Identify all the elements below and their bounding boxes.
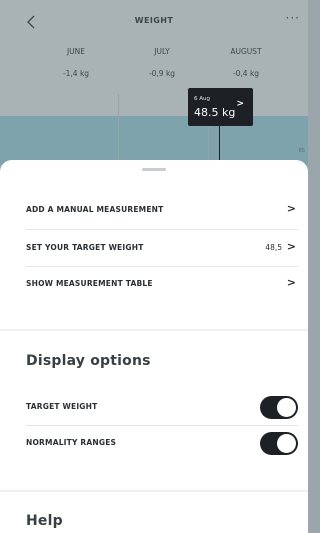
month-gridline <box>118 94 119 165</box>
chevron-right-icon: > <box>236 99 244 109</box>
tooltip-date: 6 Aug <box>194 96 210 102</box>
display-options-title: Display options <box>26 353 151 369</box>
action-label: SHOW MEASUREMENT TABLE <box>26 279 153 288</box>
tooltip-value: 48.5 kg <box>194 106 236 119</box>
section-separator <box>0 490 308 492</box>
chevron-right-icon: > <box>286 202 296 215</box>
month-delta: -1,4 kg <box>62 69 90 78</box>
month-label: AUGUST <box>230 47 262 56</box>
month-delta: -0,9 kg <box>148 69 176 78</box>
weight-chart-header: WEIGHT ··· JUNE -1,4 kg JULY -0,9 kg AUG… <box>0 0 308 165</box>
set-target-weight-item[interactable]: SET YOUR TARGET WEIGHT 48,5 > <box>26 230 298 267</box>
more-options-button[interactable]: ··· <box>286 11 300 25</box>
normality-ranges-toggle[interactable] <box>260 432 298 455</box>
options-bottom-sheet: ADD A MANUAL MEASUREMENT > SET YOUR TARG… <box>0 160 308 533</box>
normality-ranges-option: NORMALITY RANGES <box>26 425 298 462</box>
chevron-right-icon: > <box>286 240 296 253</box>
month-label: JULY <box>154 47 170 56</box>
help-title: Help <box>26 513 63 529</box>
action-label: ADD A MANUAL MEASUREMENT <box>26 205 164 214</box>
toggle-knob <box>277 434 296 453</box>
measurement-tooltip[interactable]: 6 Aug 48.5 kg > <box>188 88 253 126</box>
chevron-right-icon: > <box>286 276 296 289</box>
month-label: JUNE <box>66 47 86 56</box>
sheet-drag-handle[interactable] <box>142 168 166 171</box>
toggle-knob <box>277 398 296 417</box>
section-separator <box>0 329 308 331</box>
more-dots-icon: ··· <box>285 11 300 25</box>
show-measurement-table-item[interactable]: SHOW MEASUREMENT TABLE > <box>26 266 298 303</box>
target-weight-option: TARGET WEIGHT <box>26 389 298 426</box>
action-label: SET YOUR TARGET WEIGHT <box>26 243 144 252</box>
target-weight-tick: 65 <box>298 148 305 154</box>
option-label: TARGET WEIGHT <box>26 402 98 411</box>
option-label: NORMALITY RANGES <box>26 438 117 447</box>
target-weight-toggle[interactable] <box>260 396 298 419</box>
month-delta: -0,4 kg <box>232 69 260 78</box>
target-weight-value: 48,5 <box>265 243 282 252</box>
normality-range-band <box>0 116 308 165</box>
page-title: WEIGHT <box>134 16 174 25</box>
weight-chart[interactable]: 65 <box>0 94 308 165</box>
add-manual-measurement-item[interactable]: ADD A MANUAL MEASUREMENT > <box>26 192 298 229</box>
